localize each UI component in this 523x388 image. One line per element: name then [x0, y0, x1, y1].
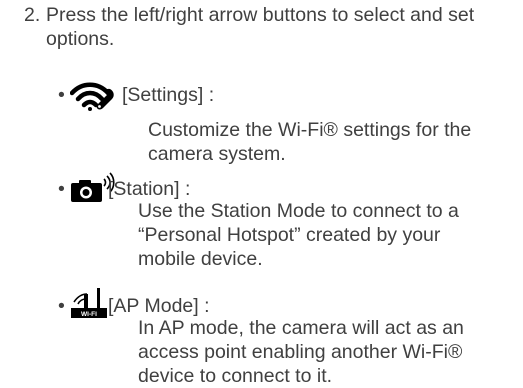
option-description: Customize the Wi-Fi® settings for the ca… — [148, 119, 472, 165]
wifi-ap-mode-icon: WI-FI — [71, 288, 107, 318]
svg-text:WI-FI: WI-FI — [81, 311, 97, 318]
manual-page: 2. Press the left/right arrow buttons to… — [0, 0, 523, 387]
wifi-settings-icon — [70, 82, 114, 111]
bullet: • — [58, 295, 65, 317]
option-title: [Settings] : — [122, 84, 215, 106]
step-text: Press the left/right arrow buttons to se… — [46, 4, 475, 50]
step-number: 2. — [24, 4, 41, 26]
option-title: [Station] : — [108, 178, 191, 200]
option-description: In AP mode, the camera will act as an ac… — [138, 317, 464, 387]
bullet: • — [58, 84, 65, 106]
bullet: • — [58, 178, 65, 200]
option-description: Use the Station Mode to connect to a “Pe… — [138, 200, 459, 270]
option-title: [AP Mode] : — [108, 295, 210, 317]
